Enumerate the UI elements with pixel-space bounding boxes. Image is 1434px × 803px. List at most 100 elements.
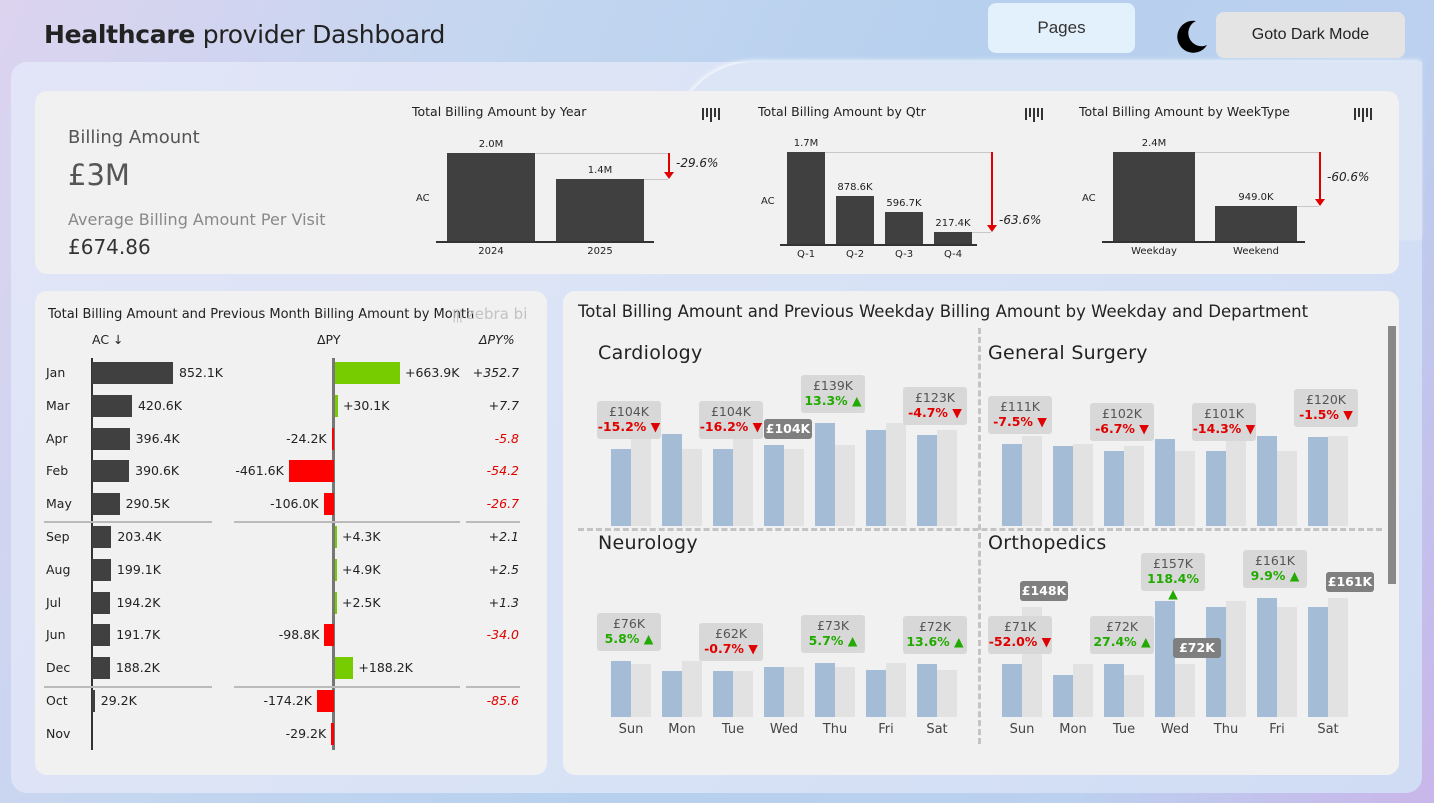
kpi-value: £3M	[68, 158, 130, 192]
delta-pct: -54.2	[486, 463, 519, 479]
page-title: Healthcare provider Dashboard	[44, 20, 446, 49]
month-label: Mar	[46, 397, 70, 413]
ac-bar	[1257, 597, 1277, 717]
ac-bar	[764, 666, 784, 717]
py-bar	[1073, 443, 1093, 526]
py-bar	[1328, 435, 1348, 526]
bar	[836, 196, 874, 244]
chart-options-icon[interactable]	[1025, 108, 1043, 124]
chart-options-icon[interactable]	[702, 108, 720, 124]
ac-bar	[1308, 607, 1328, 717]
callout-amount: £72K	[918, 618, 952, 634]
py-bar	[1277, 451, 1297, 526]
ac-value: 852.1K	[179, 365, 223, 380]
value-label: 949.0K	[1238, 191, 1274, 203]
zebra-icon: |||	[452, 308, 463, 323]
ac-bar	[662, 671, 682, 717]
value-label: 2.0M	[478, 139, 504, 150]
value-label: 1.4M	[587, 165, 613, 177]
delta-bar	[324, 624, 334, 647]
delta-bar	[323, 493, 334, 516]
delta-bar	[331, 722, 334, 745]
day-label: Wed	[1160, 722, 1190, 737]
delta-bar	[331, 427, 334, 450]
day-label: Fri	[878, 722, 894, 737]
ac-bar	[1104, 663, 1124, 717]
month-label: Jan	[46, 365, 66, 380]
delta-pct: +352.7	[472, 365, 519, 380]
group-separator	[466, 686, 520, 688]
bar	[1215, 205, 1297, 241]
py-bar	[1328, 597, 1348, 717]
day-label: Tue	[1112, 722, 1136, 737]
value-callout: £104K -15.2% ▼	[597, 401, 661, 440]
chart-options-icon[interactable]	[1354, 108, 1372, 124]
row-label: AC	[761, 196, 775, 207]
ac-bar	[92, 526, 112, 548]
value-tag: £148K	[1020, 581, 1068, 602]
bar	[1113, 152, 1195, 241]
ac-value: 290.5K	[125, 496, 170, 512]
panel-divider-v	[978, 328, 981, 744]
delta-value: +663.9K	[405, 365, 460, 380]
py-bar	[937, 670, 957, 717]
ac-bar	[713, 449, 733, 526]
month-label: Jun	[46, 627, 66, 643]
delta-value: +4.9K	[342, 561, 381, 577]
category-label: Q-4	[943, 249, 963, 260]
pages-button[interactable]: Pages	[988, 3, 1135, 53]
delta-value: -98.8K	[278, 627, 320, 643]
ac-bar	[1002, 664, 1022, 717]
month-label: Sep	[46, 529, 70, 544]
value-callout: £157K 118.4% ▲	[1141, 552, 1205, 601]
callout-amount: £71K	[1003, 619, 1037, 635]
delta-pct: -5.8	[494, 430, 519, 446]
callout-delta: 9.9% ▲	[1250, 567, 1300, 583]
py-bar	[1073, 664, 1093, 717]
callout-amount: £120K	[1305, 392, 1346, 408]
delta-pct: -26.7	[486, 496, 519, 512]
value-tag: £72K	[1173, 637, 1221, 658]
bar	[447, 153, 535, 241]
group-separator	[44, 686, 212, 688]
py-bar	[1022, 435, 1042, 526]
callout-amount: £102K	[1101, 405, 1142, 421]
moon-icon[interactable]	[1170, 16, 1210, 56]
delta-label: -29.6%	[676, 156, 719, 170]
py-bar	[631, 431, 651, 526]
value-callout: £120K -1.5% ▼	[1294, 389, 1358, 428]
month-label: Feb	[46, 463, 69, 479]
header-ac[interactable]: AC ↓	[92, 332, 124, 347]
callout-delta: -15.2% ▼	[597, 419, 661, 435]
callout-delta: 13.6% ▲	[906, 633, 964, 649]
scrollbar[interactable]	[1388, 326, 1396, 584]
callout-amount: £73K	[816, 617, 850, 633]
py-bar	[1124, 674, 1144, 717]
delta-value: +30.1K	[342, 397, 390, 413]
day-label: Thu	[822, 722, 848, 737]
dark-mode-button[interactable]: Goto Dark Mode	[1216, 12, 1405, 58]
value-callout: £72K 27.4% ▲	[1090, 615, 1154, 654]
value-callout: £111K -7.5% ▼	[988, 395, 1052, 434]
delta-bar	[335, 591, 337, 614]
kpi-title: Billing Amount	[68, 127, 200, 148]
bar	[885, 211, 923, 244]
ac-bar	[815, 662, 835, 717]
group-separator	[44, 521, 212, 523]
day-label: Thu	[1213, 722, 1239, 737]
ac-value: 420.6K	[137, 397, 182, 413]
callout-amount: £62K	[714, 626, 748, 642]
py-bar	[784, 666, 804, 717]
callout-amount: £104K	[608, 404, 649, 420]
day-label: Sun	[1009, 722, 1035, 737]
delta-arrow	[1315, 152, 1325, 206]
ac-value: 199.1K	[116, 561, 161, 577]
value-callout: £71K -52.0% ▼	[988, 616, 1052, 655]
ac-bar	[92, 558, 111, 581]
callout-delta: -6.7% ▼	[1095, 420, 1149, 436]
value-callout: £123K -4.7% ▼	[903, 386, 967, 425]
py-bar	[733, 433, 753, 526]
ac-bar	[611, 660, 631, 717]
reference-line	[1195, 152, 1319, 153]
callout-amount: £104K	[710, 404, 751, 420]
